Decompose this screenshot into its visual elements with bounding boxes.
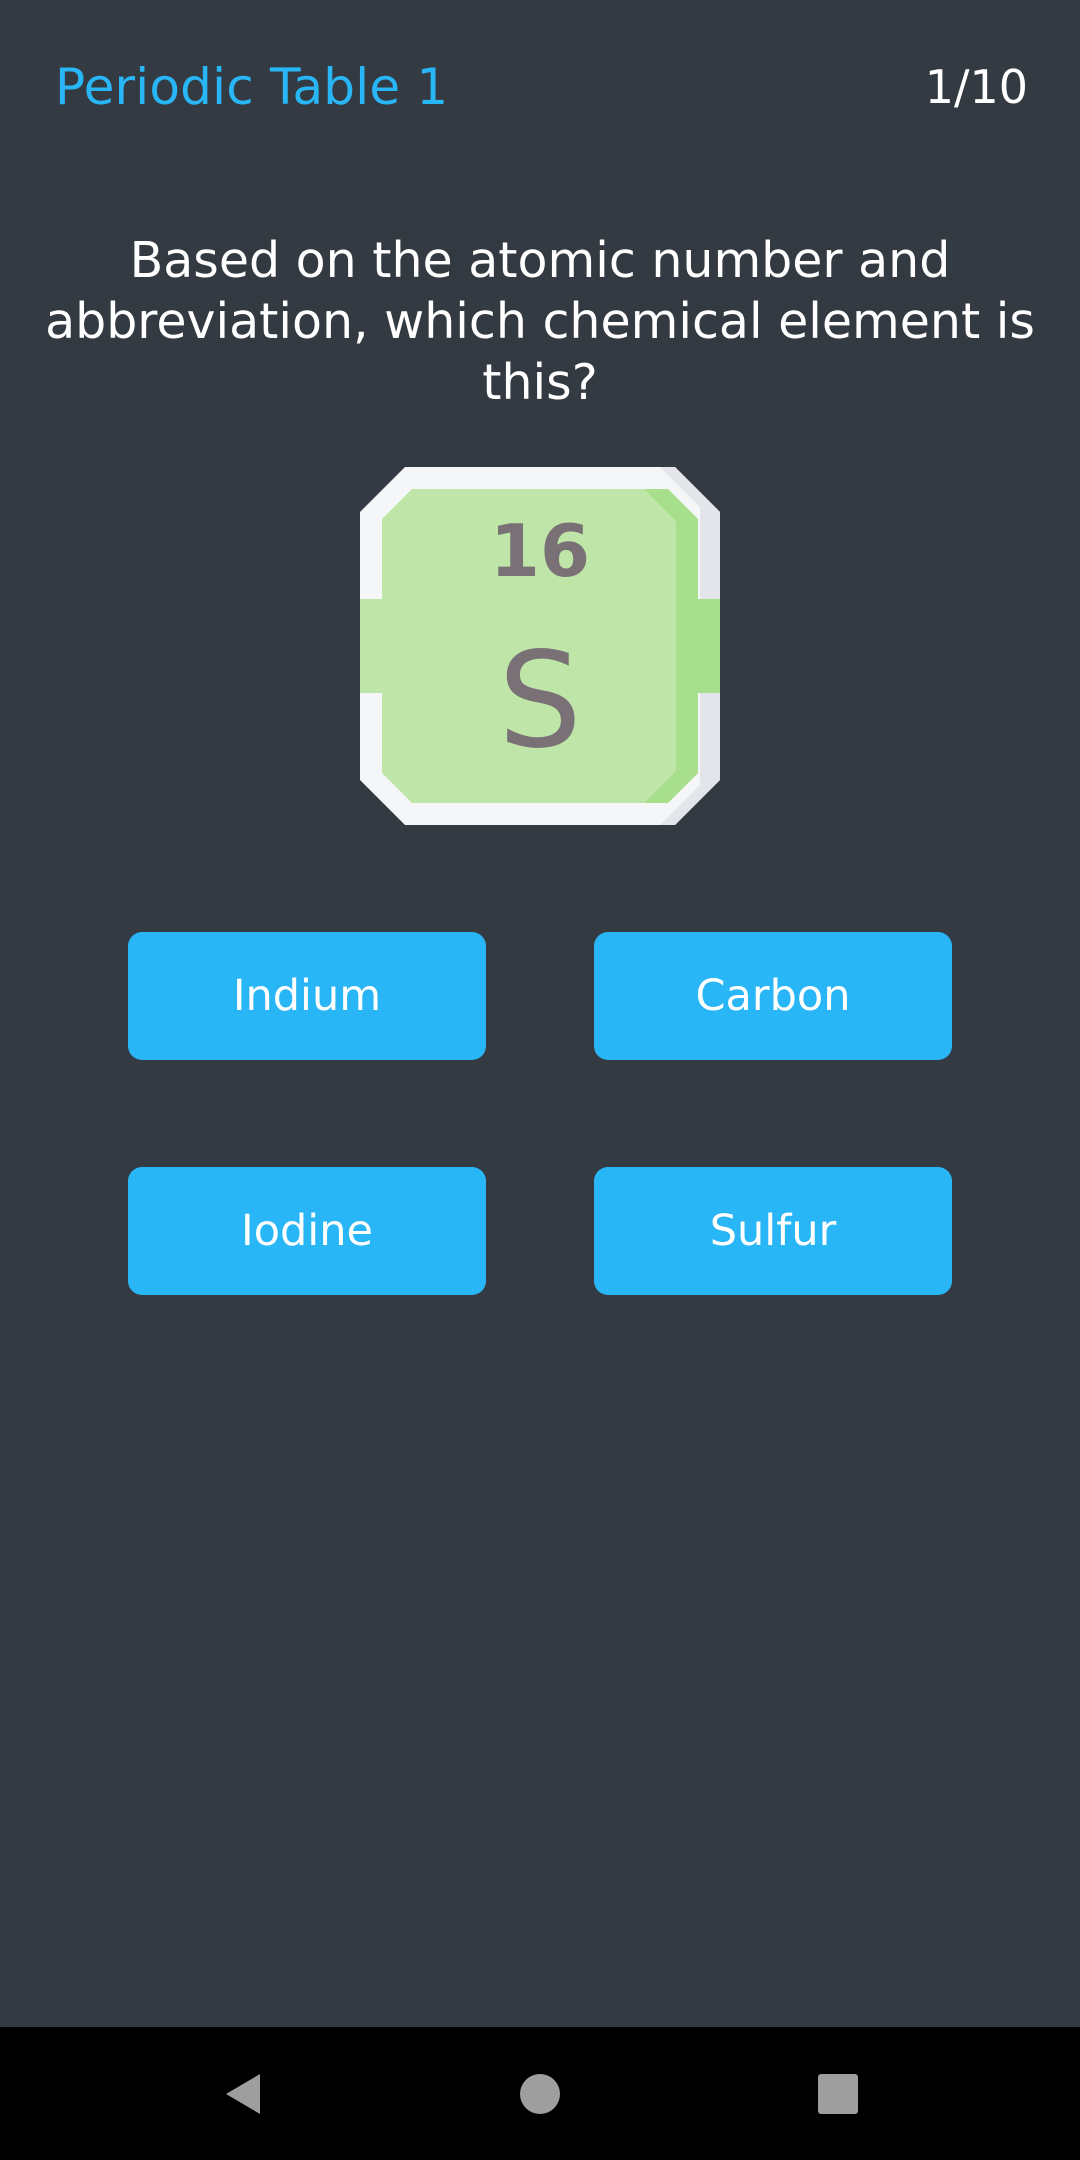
back-triangle-icon[interactable] xyxy=(220,2070,268,2118)
recents-square-icon[interactable] xyxy=(818,2074,858,2114)
answer-button-3[interactable]: Iodine xyxy=(128,1167,486,1295)
element-symbol: S xyxy=(498,624,582,778)
system-nav-bar xyxy=(0,2027,1080,2160)
answer-button-2[interactable]: Carbon xyxy=(594,932,952,1060)
answer-button-1[interactable]: Indium xyxy=(128,932,486,1060)
question-progress: 1/10 xyxy=(924,60,1028,114)
quiz-title: Periodic Table 1 xyxy=(55,58,449,116)
header: Periodic Table 1 1/10 xyxy=(0,0,1080,175)
element-tile: 16 S xyxy=(360,467,720,825)
question-text: Based on the atomic number and abbreviat… xyxy=(45,232,1035,411)
answer-button-4[interactable]: Sulfur xyxy=(594,1167,952,1295)
home-circle-icon[interactable] xyxy=(520,2074,560,2114)
atomic-number: 16 xyxy=(489,509,591,593)
